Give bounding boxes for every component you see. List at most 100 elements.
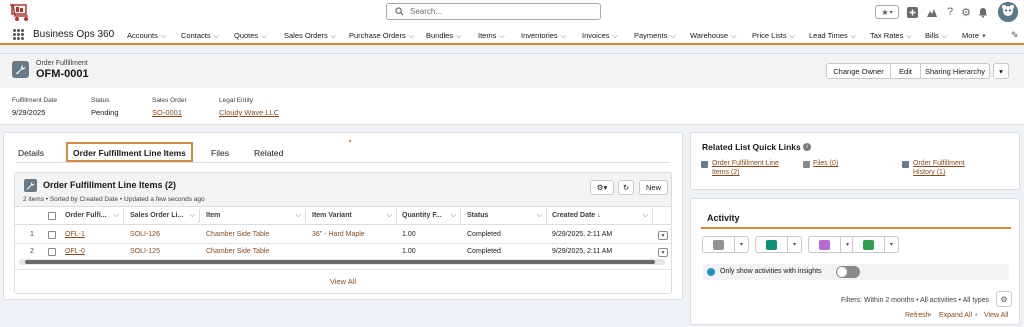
- chevron-down-icon[interactable]: ⌵: [261, 33, 266, 40]
- quick-link-order-fulfillment-history[interactable]: Order Fulfillment History (1): [913, 159, 965, 177]
- help-icon[interactable]: ?: [944, 6, 956, 18]
- chevron-down-icon[interactable]: ▾: [734, 237, 748, 252]
- list-settings-gear-icon[interactable]: ⚙▾: [590, 180, 614, 195]
- tab-files[interactable]: Files: [211, 148, 229, 158]
- chevron-down-icon[interactable]: ⌵: [851, 33, 856, 40]
- nav-item-quotes[interactable]: Quotes ⌵: [234, 31, 267, 41]
- chevron-down-icon[interactable]: ⌵: [537, 212, 542, 220]
- item-link[interactable]: Chamber Side Table: [206, 231, 269, 238]
- nav-item-contacts[interactable]: Contacts ⌵: [181, 31, 219, 41]
- chevron-down-icon[interactable]: ⌵: [942, 33, 947, 40]
- more-actions-chevron-down-icon[interactable]: ▾: [993, 63, 1009, 79]
- nav-item-tax-rates[interactable]: Tax Rates ⌵: [870, 31, 912, 41]
- refresh-icon[interactable]: ↻: [618, 180, 634, 195]
- chevron-down-icon[interactable]: ⌵: [451, 212, 456, 220]
- app-logo-icon[interactable]: [8, 2, 36, 23]
- chevron-down-icon[interactable]: ⌵: [670, 33, 675, 40]
- nav-item-items[interactable]: Items ⌵: [478, 31, 505, 41]
- chevron-down-icon[interactable]: ⌵: [613, 33, 618, 40]
- info-icon[interactable]: i: [803, 143, 811, 151]
- global-search-input[interactable]: Search...: [386, 3, 601, 20]
- nav-item-bills[interactable]: Bills ⌵: [925, 31, 947, 41]
- row-checkbox[interactable]: [48, 231, 56, 239]
- nav-item-inventories[interactable]: Inventories ⌵: [521, 31, 566, 41]
- item-link[interactable]: Chamber Side Table: [206, 248, 269, 255]
- edit-button[interactable]: Edit: [890, 63, 921, 79]
- view-all-link[interactable]: View All: [15, 277, 671, 286]
- chevron-down-icon[interactable]: ⌵: [214, 33, 219, 40]
- sales-order-line-link[interactable]: SOLI-125: [130, 248, 160, 255]
- legal-entity-link[interactable]: Cloudy Wave LLC: [219, 108, 279, 117]
- row-actions-chevron-down-icon[interactable]: ▾: [658, 231, 668, 240]
- change-owner-button[interactable]: Change Owner: [826, 63, 891, 79]
- chevron-down-icon[interactable]: ⌵: [643, 212, 648, 220]
- nav-item-bundles[interactable]: Bundles ⌵: [426, 31, 461, 41]
- chevron-down-icon[interactable]: ⌵: [731, 33, 736, 40]
- sales-order-line-link[interactable]: SOLI-126: [130, 231, 160, 238]
- related-list-title[interactable]: Order Fulfillment Line Items (2): [43, 180, 176, 190]
- chevron-down-icon[interactable]: ⌵: [114, 212, 119, 220]
- new-event-action-button[interactable]: ▾: [755, 236, 802, 253]
- notifications-bell-icon[interactable]: [977, 6, 989, 18]
- nav-item-price-lists[interactable]: Price Lists ⌵: [752, 31, 795, 41]
- global-actions-icon[interactable]: [906, 6, 918, 18]
- chevron-down-icon[interactable]: ▾: [884, 237, 898, 252]
- column-header-order-fulfillment[interactable]: Order Fulfi... ⌵: [57, 207, 123, 225]
- chevron-down-icon[interactable]: ▾: [787, 237, 801, 252]
- email-action-button[interactable]: ▾: [702, 236, 749, 253]
- chevron-down-icon[interactable]: ⌵: [456, 33, 461, 40]
- item-variant-link[interactable]: 36" - Hard Maple: [312, 231, 365, 238]
- column-header-sales-order-line[interactable]: Sales Order Li... ⌵: [123, 207, 199, 225]
- chevron-down-icon[interactable]: ⌵: [387, 212, 392, 220]
- settings-gear-icon[interactable]: ⚙: [960, 6, 972, 19]
- chevron-down-icon[interactable]: ⌵: [409, 33, 414, 40]
- view-all-activity-link[interactable]: View All: [984, 312, 1008, 319]
- log-call-action-button[interactable]: ▾: [852, 236, 899, 253]
- app-launcher-waffle-icon[interactable]: [13, 29, 24, 40]
- column-header-item[interactable]: Item ⌵: [199, 207, 305, 225]
- insights-toggle[interactable]: [836, 266, 860, 278]
- nav-item-lead-times[interactable]: Lead Times ⌵: [809, 31, 856, 41]
- favorites-button[interactable]: ★ ▾: [875, 5, 899, 19]
- edit-nav-pencil-icon[interactable]: ✎: [1011, 30, 1019, 41]
- chevron-down-icon[interactable]: ⌵: [906, 33, 911, 40]
- column-header-status[interactable]: Status ⌵: [460, 207, 546, 225]
- tab-details[interactable]: Details: [18, 148, 44, 158]
- expand-all-link[interactable]: Expand All: [939, 312, 972, 319]
- horizontal-scrollbar[interactable]: [19, 259, 665, 265]
- order-fulfillment-link[interactable]: OFL-0: [65, 248, 85, 255]
- chevron-down-icon[interactable]: ⌵: [790, 33, 795, 40]
- chevron-down-icon[interactable]: ⌵: [190, 212, 195, 220]
- new-task-action-button[interactable]: ▾: [808, 236, 855, 253]
- chevron-down-icon[interactable]: ⌵: [499, 33, 504, 40]
- nav-item-accounts[interactable]: Accounts ⌵: [127, 31, 166, 41]
- nav-item-more[interactable]: More ▾: [962, 31, 986, 40]
- order-fulfillment-link[interactable]: OFL-1: [65, 231, 85, 238]
- quick-link-order-fulfillment-line-items[interactable]: Order Fulfillment Line Items (2): [712, 159, 779, 177]
- sharing-hierarchy-button[interactable]: Sharing Hierarchy: [920, 63, 990, 79]
- tab-order-fulfillment-line-items[interactable]: Order Fulfillment Line Items: [73, 148, 186, 158]
- column-header-created-date[interactable]: Created Date ↓ ⌵: [546, 207, 652, 225]
- nav-item-purchase-orders[interactable]: Purchase Orders ⌵: [349, 31, 414, 41]
- column-header-quantity[interactable]: Quantity F... ⌵: [396, 207, 460, 225]
- chevron-down-icon[interactable]: ⌵: [331, 33, 336, 40]
- refresh-link[interactable]: Refresh: [905, 312, 930, 319]
- quick-link-files[interactable]: Files (0): [813, 159, 838, 168]
- select-all-checkbox[interactable]: [48, 211, 56, 220]
- filter-settings-gear-icon[interactable]: ⚙: [996, 291, 1012, 307]
- scrollbar-thumb[interactable]: [25, 260, 655, 264]
- column-header-item-variant[interactable]: Item Variant ⌵: [305, 207, 396, 225]
- nav-item-warehouse[interactable]: Warehouse ⌵: [690, 31, 736, 41]
- activity-tab[interactable]: Activity: [707, 213, 740, 223]
- chevron-down-icon[interactable]: ⌵: [296, 212, 301, 220]
- caret-down-icon[interactable]: ▾: [982, 33, 986, 40]
- chevron-down-icon[interactable]: ⌵: [161, 33, 166, 40]
- chevron-down-icon[interactable]: ⌵: [561, 33, 566, 40]
- row-actions-chevron-down-icon[interactable]: ▾: [658, 248, 668, 257]
- nav-item-payments[interactable]: Payments ⌵: [634, 31, 676, 41]
- nav-item-invoices[interactable]: Invoices ⌵: [582, 31, 618, 41]
- tab-related[interactable]: Related: [254, 148, 283, 158]
- user-avatar[interactable]: [998, 2, 1018, 22]
- sales-order-link[interactable]: SO-0001: [152, 108, 182, 117]
- nav-item-sales-orders[interactable]: Sales Orders ⌵: [284, 31, 336, 41]
